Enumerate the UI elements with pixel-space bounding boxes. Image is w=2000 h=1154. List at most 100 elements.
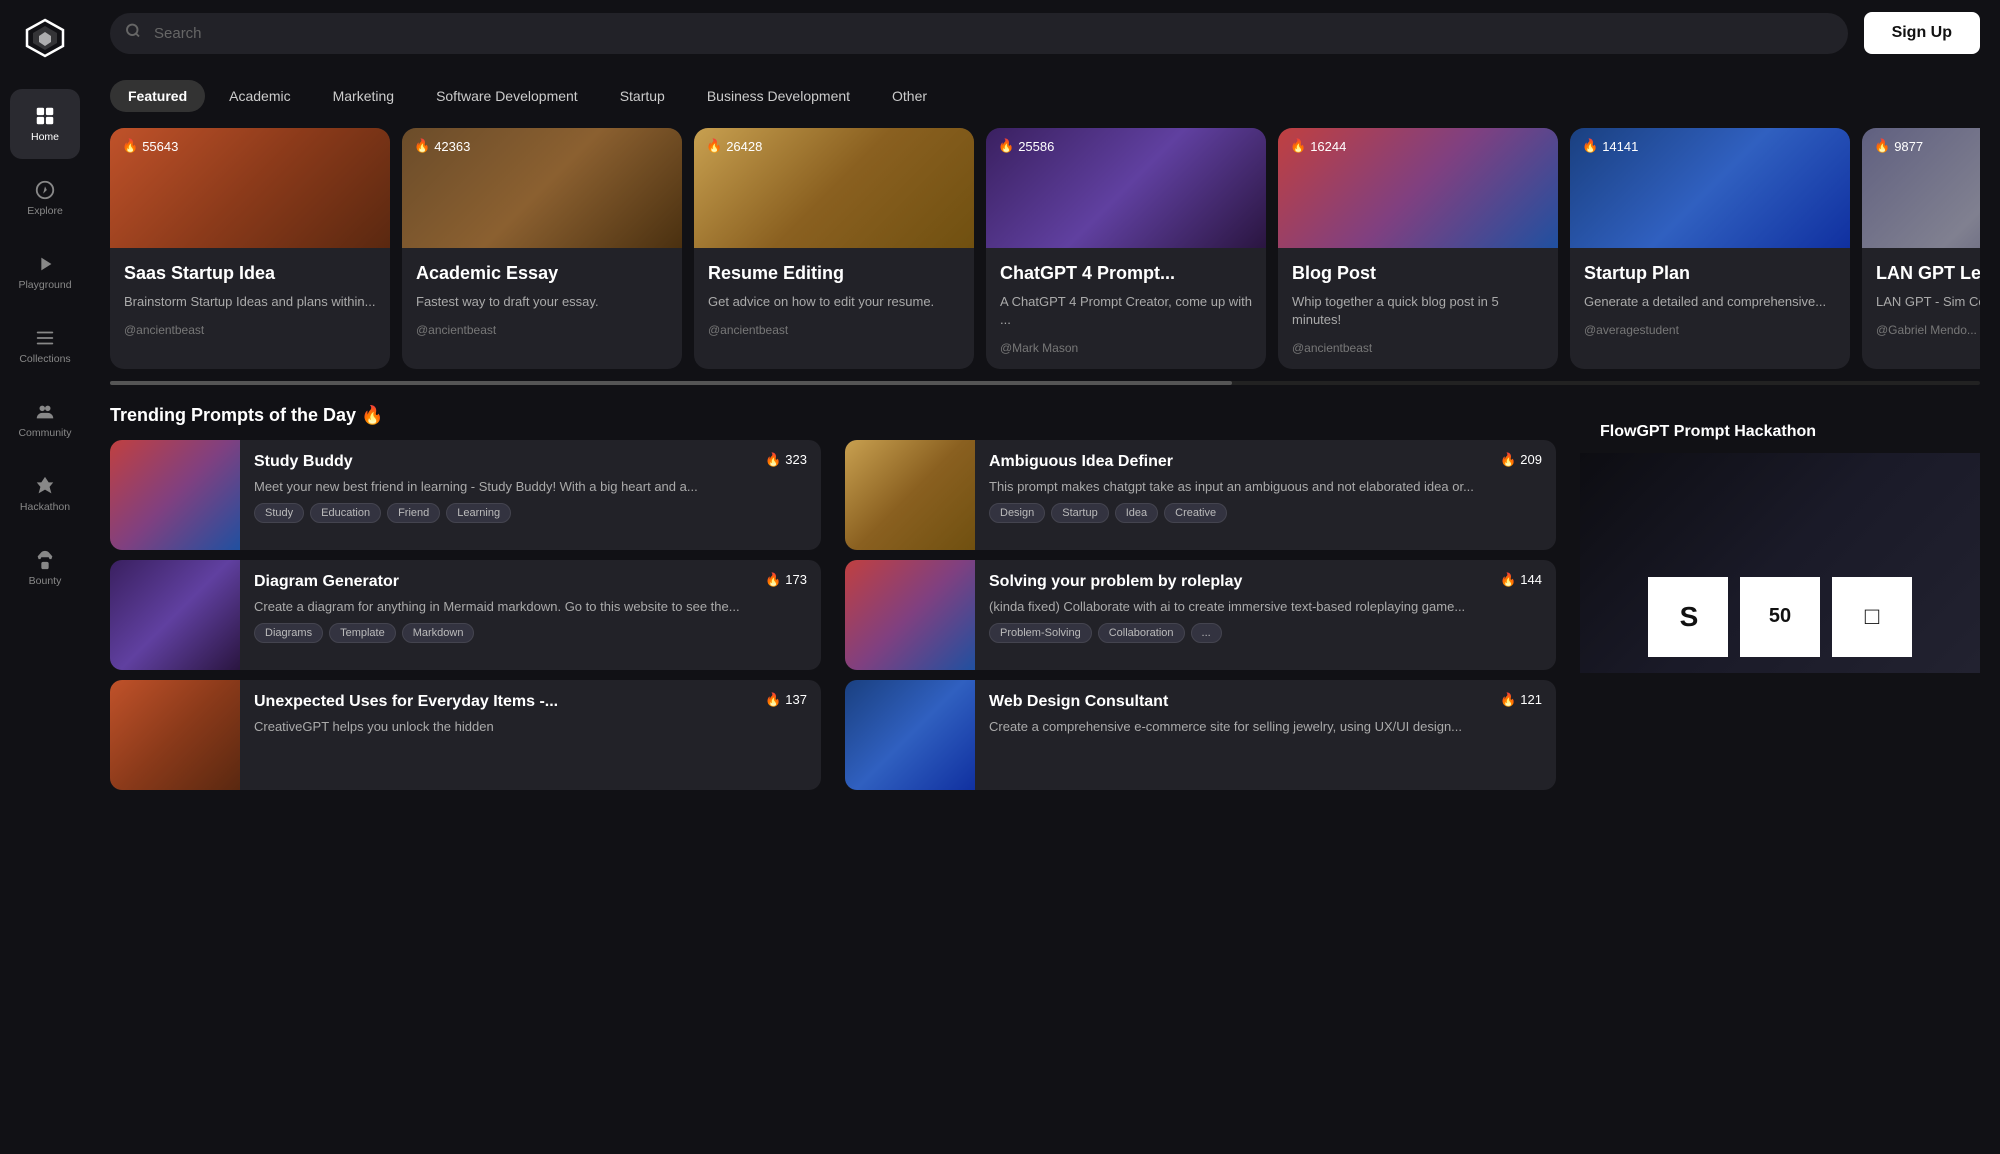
trend-card-unexpected-uses[interactable]: Unexpected Uses for Everyday Items -... … — [110, 680, 821, 790]
tag: ... — [1191, 623, 1222, 643]
featured-card-lan-gpt[interactable]: 🔥 9877 LAN GPT Learn... LAN GPT - Sim Co… — [1862, 128, 1980, 369]
fire-icon: 🔥 — [1290, 138, 1306, 154]
trend-count: 🔥 173 — [765, 572, 807, 588]
tag: Idea — [1115, 503, 1158, 523]
app-logo — [23, 16, 67, 60]
sidebar: Home Explore Playground Collections Comm… — [0, 0, 90, 1154]
trend-card-ambiguous-idea[interactable]: Ambiguous Idea Definer 🔥 209 This prompt… — [845, 440, 1556, 550]
card-desc: Get advice on how to edit your resume. — [708, 293, 960, 311]
featured-card-blog-post[interactable]: 🔥 16244 Blog Post Whip together a quick … — [1278, 128, 1558, 369]
category-tab-startup[interactable]: Startup — [602, 80, 683, 112]
trend-card-img — [110, 560, 240, 670]
tag: Design — [989, 503, 1045, 523]
card-title: Startup Plan — [1584, 262, 1836, 285]
trend-card-body: Diagram Generator 🔥 173 Create a diagram… — [240, 560, 821, 656]
trend-desc: Meet your new best friend in learning - … — [254, 478, 807, 496]
trend-card-body: Web Design Consultant 🔥 121 Create a com… — [975, 680, 1556, 756]
fire-icon: 🔥 — [122, 138, 138, 154]
right-panel: FlowGPT Prompt Hackathon S 50 □ — [1580, 405, 1980, 800]
collections-icon — [34, 327, 56, 349]
tag: Collaboration — [1098, 623, 1185, 643]
trending-section: Trending Prompts of the Day 🔥 Study Budd… — [110, 405, 1980, 800]
trend-desc: (kinda fixed) Collaborate with ai to cre… — [989, 598, 1542, 616]
trend-desc: Create a diagram for anything in Mermaid… — [254, 598, 807, 616]
trend-card-diagram-generator[interactable]: Diagram Generator 🔥 173 Create a diagram… — [110, 560, 821, 670]
trend-desc: Create a comprehensive e-commerce site f… — [989, 718, 1542, 736]
category-tab-academic[interactable]: Academic — [211, 80, 308, 112]
hack-logo-s: S — [1648, 577, 1728, 657]
fire-count: 🔥 42363 — [414, 138, 470, 154]
card-author: @ancientbeast — [416, 323, 668, 337]
category-tab-other[interactable]: Other — [874, 80, 945, 112]
card-desc: Fastest way to draft your essay. — [416, 293, 668, 311]
featured-card-saas-startup[interactable]: 🔥 55643 Saas Startup Idea Brainstorm Sta… — [110, 128, 390, 369]
sidebar-item-bounty[interactable]: Bounty — [10, 533, 80, 603]
search-input[interactable] — [110, 13, 1848, 54]
card-author: @ancientbeast — [708, 323, 960, 337]
trend-title: Study Buddy — [254, 452, 755, 472]
header: Sign Up — [90, 0, 2000, 66]
tag: Diagrams — [254, 623, 323, 643]
featured-card-startup-plan[interactable]: 🔥 14141 Startup Plan Generate a detailed… — [1570, 128, 1850, 369]
trend-card-study-buddy[interactable]: Study Buddy 🔥 323 Meet your new best fri… — [110, 440, 821, 550]
trend-card-body: Study Buddy 🔥 323 Meet your new best fri… — [240, 440, 821, 536]
fire-count: 🔥 16244 — [1290, 138, 1346, 154]
trend-card-web-design[interactable]: Web Design Consultant 🔥 121 Create a com… — [845, 680, 1556, 790]
featured-card-chatgpt4[interactable]: 🔥 25586 ChatGPT 4 Prompt... A ChatGPT 4 … — [986, 128, 1266, 369]
fire-icon: 🔥 — [765, 572, 781, 588]
card-author: @Gabriel Mendo... — [1876, 323, 1980, 337]
card-title: ChatGPT 4 Prompt... — [1000, 262, 1252, 285]
content-area: 🔥 55643 Saas Startup Idea Brainstorm Sta… — [90, 112, 2000, 1154]
tag: Startup — [1051, 503, 1108, 523]
sidebar-item-hackathon-label: Hackathon — [20, 501, 70, 513]
sidebar-item-hackathon[interactable]: Hackathon — [10, 459, 80, 529]
sidebar-item-home[interactable]: Home — [10, 89, 80, 159]
trend-title: Web Design Consultant — [989, 692, 1490, 712]
card-desc: Brainstorm Startup Ideas and plans withi… — [124, 293, 376, 311]
bounty-icon — [34, 549, 56, 571]
fire-icon: 🔥 — [998, 138, 1014, 154]
tag: Learning — [446, 503, 511, 523]
trend-cards-left: Study Buddy 🔥 323 Meet your new best fri… — [110, 440, 821, 790]
trend-card-img — [845, 440, 975, 550]
hackathon-icon — [34, 475, 56, 497]
trend-card-body: Unexpected Uses for Everyday Items -... … — [240, 680, 821, 756]
tag: Friend — [387, 503, 440, 523]
home-icon — [34, 105, 56, 127]
sidebar-item-collections-label: Collections — [19, 353, 70, 365]
category-tab-marketing[interactable]: Marketing — [315, 80, 412, 112]
trend-title: Solving your problem by roleplay — [989, 572, 1490, 592]
trend-count: 🔥 209 — [1500, 452, 1542, 468]
category-tab-featured[interactable]: Featured — [110, 80, 205, 112]
sidebar-item-community-label: Community — [18, 427, 71, 439]
card-desc: Generate a detailed and comprehensive... — [1584, 293, 1836, 311]
card-author: @ancientbeast — [1292, 341, 1544, 355]
sidebar-item-collections[interactable]: Collections — [10, 311, 80, 381]
fire-icon: 🔥 — [1500, 692, 1516, 708]
sidebar-item-explore[interactable]: Explore — [10, 163, 80, 233]
signup-button[interactable]: Sign Up — [1864, 12, 1980, 54]
featured-cards-row: 🔥 55643 Saas Startup Idea Brainstorm Sta… — [110, 112, 1980, 381]
trend-card-img — [110, 440, 240, 550]
hackathon-image: S 50 □ — [1580, 453, 1980, 673]
fire-icon: 🔥 — [1500, 572, 1516, 588]
sidebar-item-community[interactable]: Community — [10, 385, 80, 455]
category-tab-business-dev[interactable]: Business Development — [689, 80, 868, 112]
trend-count: 🔥 323 — [765, 452, 807, 468]
explore-icon — [34, 179, 56, 201]
sidebar-item-playground[interactable]: Playground — [10, 237, 80, 307]
community-icon — [34, 401, 56, 423]
trend-cards-right: Ambiguous Idea Definer 🔥 209 This prompt… — [845, 440, 1556, 790]
card-title: LAN GPT Learn... — [1876, 262, 1980, 285]
fire-icon: 🔥 — [706, 138, 722, 154]
featured-card-resume-editing[interactable]: 🔥 26428 Resume Editing Get advice on how… — [694, 128, 974, 369]
fire-icon: 🔥 — [765, 692, 781, 708]
sidebar-item-home-label: Home — [31, 131, 59, 143]
search-icon — [124, 22, 142, 45]
trend-card-solving-roleplay[interactable]: Solving your problem by roleplay 🔥 144 (… — [845, 560, 1556, 670]
featured-card-academic-essay[interactable]: 🔥 42363 Academic Essay Fastest way to dr… — [402, 128, 682, 369]
category-tab-software-dev[interactable]: Software Development — [418, 80, 596, 112]
trend-card-img — [845, 560, 975, 670]
card-title: Saas Startup Idea — [124, 262, 376, 285]
tag: Problem-Solving — [989, 623, 1092, 643]
